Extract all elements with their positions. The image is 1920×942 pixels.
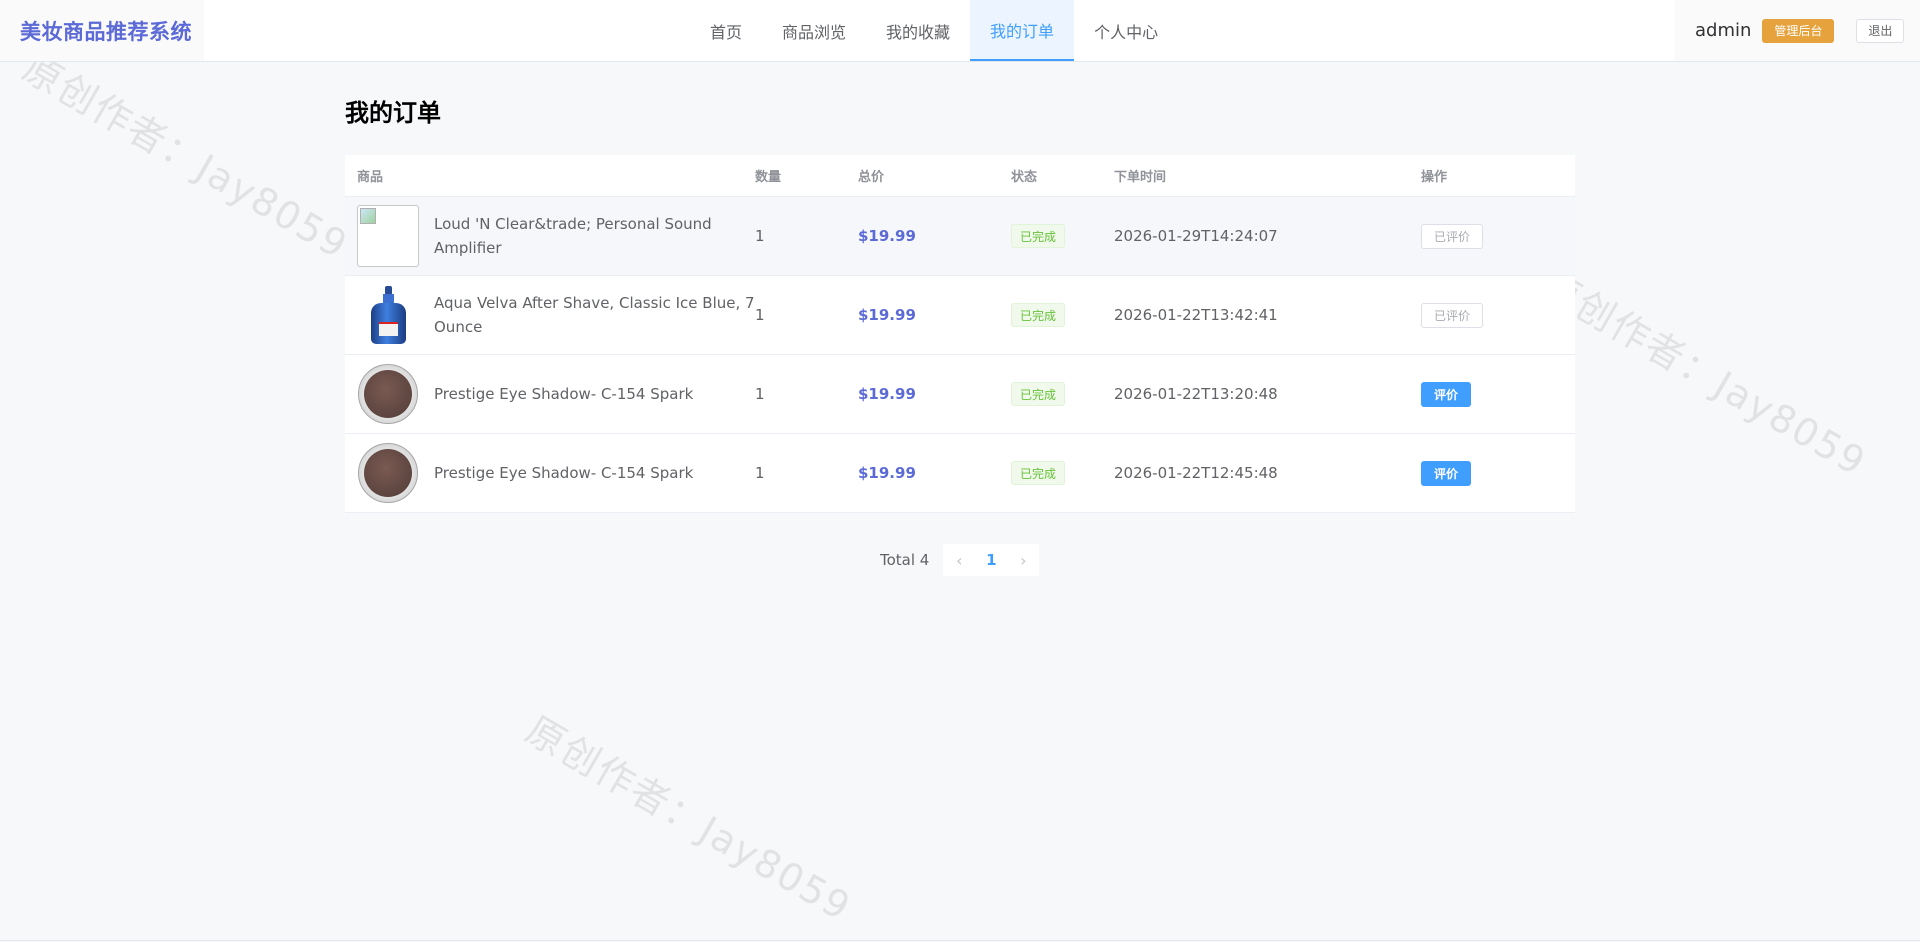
status-cell: 已完成 xyxy=(1011,224,1114,248)
product-name[interactable]: Prestige Eye Shadow- C-154 Spark xyxy=(434,461,693,485)
broken-image-icon[interactable] xyxy=(357,205,419,267)
reviewed-button[interactable]: 已评价 xyxy=(1421,223,1484,249)
review-button[interactable]: 评价 xyxy=(1421,381,1472,407)
order-time: 2026-01-22T13:20:48 xyxy=(1114,385,1278,403)
quantity: 1 xyxy=(755,306,765,324)
column-header-status: 状态 xyxy=(1011,170,1038,185)
bottle-label-shape xyxy=(379,322,398,336)
user-area: admin 管理后台 退出 xyxy=(1675,0,1920,61)
nav-item-profile[interactable]: 个人中心 xyxy=(1074,0,1178,61)
review-button[interactable]: 评价 xyxy=(1421,460,1472,486)
eye-shadow-pan-shape xyxy=(364,370,412,418)
status-badge: 已完成 xyxy=(1011,382,1066,406)
quantity: 1 xyxy=(755,464,765,482)
column-header-order-time: 下单时间 xyxy=(1114,170,1167,185)
product-cell: Aqua Velva After Shave, Classic Ice Blue… xyxy=(345,284,755,346)
watermark: 原创作者：Jay8059 xyxy=(1533,262,1874,485)
action-cell: 已评价 xyxy=(1421,302,1575,328)
column-header-quantity: 数量 xyxy=(755,170,782,185)
table-row: Prestige Eye Shadow- C-154 Spark 1 $19.9… xyxy=(345,355,1575,434)
top-navbar: 美妆商品推荐系统 首页 商品浏览 我的收藏 我的订单 个人中心 admin 管理… xyxy=(0,0,1920,62)
quantity: 1 xyxy=(755,385,765,403)
eye-shadow-image[interactable] xyxy=(357,442,419,504)
table-row: Aqua Velva After Shave, Classic Ice Blue… xyxy=(345,276,1575,355)
action-cell: 已评价 xyxy=(1421,223,1575,249)
eye-shadow-pan-shape xyxy=(364,449,412,497)
nav-item-orders[interactable]: 我的订单 xyxy=(970,0,1075,61)
total-price: $19.99 xyxy=(858,464,916,482)
table-row: Loud 'N Clear&trade; Personal Sound Ampl… xyxy=(345,197,1575,276)
status-badge: 已完成 xyxy=(1011,224,1066,248)
watermark: 原创作者：Jay8059 xyxy=(15,45,356,268)
table-header: 商品 数量 总价 状态 下单时间 操作 xyxy=(345,155,1575,197)
pagination-total: Total 4 xyxy=(880,551,930,569)
product-cell: Loud 'N Clear&trade; Personal Sound Ampl… xyxy=(345,205,755,267)
nav-item-favorites[interactable]: 我的收藏 xyxy=(866,0,970,61)
status-cell: 已完成 xyxy=(1011,303,1114,327)
logout-button[interactable]: 退出 xyxy=(1856,18,1905,43)
main-nav: 首页 商品浏览 我的收藏 我的订单 个人中心 xyxy=(690,0,1178,61)
pagination-controls: ‹ 1 › xyxy=(943,544,1040,576)
status-cell: 已完成 xyxy=(1011,382,1114,406)
watermark: 原创作者：Jay8059 xyxy=(518,707,859,930)
product-name[interactable]: Loud 'N Clear&trade; Personal Sound Ampl… xyxy=(434,212,755,260)
product-cell: Prestige Eye Shadow- C-154 Spark xyxy=(345,442,755,504)
page-number-current[interactable]: 1 xyxy=(975,544,1007,576)
order-time: 2026-01-29T14:24:07 xyxy=(1114,227,1278,245)
admin-panel-button[interactable]: 管理后台 xyxy=(1762,18,1835,43)
chevron-left-icon[interactable]: ‹ xyxy=(943,544,975,576)
total-price: $19.99 xyxy=(858,227,916,245)
page-title: 我的订单 xyxy=(345,99,441,127)
orders-table: 商品 数量 总价 状态 下单时间 操作 Loud 'N Clear&trade;… xyxy=(345,155,1575,513)
brand-logo[interactable]: 美妆商品推荐系统 xyxy=(0,0,204,61)
product-name[interactable]: Prestige Eye Shadow- C-154 Spark xyxy=(434,382,693,406)
after-shave-bottle-image[interactable] xyxy=(357,284,419,346)
table-row: Prestige Eye Shadow- C-154 Spark 1 $19.9… xyxy=(345,434,1575,513)
product-name[interactable]: Aqua Velva After Shave, Classic Ice Blue… xyxy=(434,291,755,339)
order-time: 2026-01-22T12:45:48 xyxy=(1114,464,1278,482)
total-price: $19.99 xyxy=(858,385,916,403)
nav-item-home[interactable]: 首页 xyxy=(690,0,762,61)
username: admin xyxy=(1695,20,1752,41)
column-header-product: 商品 xyxy=(357,170,384,185)
status-badge: 已完成 xyxy=(1011,303,1066,327)
product-cell: Prestige Eye Shadow- C-154 Spark xyxy=(345,363,755,425)
reviewed-button[interactable]: 已评价 xyxy=(1421,302,1484,328)
column-header-total: 总价 xyxy=(858,170,885,185)
status-cell: 已完成 xyxy=(1011,461,1114,485)
column-header-actions: 操作 xyxy=(1421,170,1448,185)
action-cell: 评价 xyxy=(1421,381,1575,407)
nav-item-browse[interactable]: 商品浏览 xyxy=(762,0,866,61)
footer-divider xyxy=(0,940,1920,941)
chevron-right-icon[interactable]: › xyxy=(1007,544,1039,576)
eye-shadow-image[interactable] xyxy=(357,363,419,425)
total-price: $19.99 xyxy=(858,306,916,324)
pagination: Total 4 ‹ 1 › xyxy=(880,544,1040,576)
action-cell: 评价 xyxy=(1421,460,1575,486)
order-time: 2026-01-22T13:42:41 xyxy=(1114,306,1278,324)
status-badge: 已完成 xyxy=(1011,461,1066,485)
quantity: 1 xyxy=(755,227,765,245)
